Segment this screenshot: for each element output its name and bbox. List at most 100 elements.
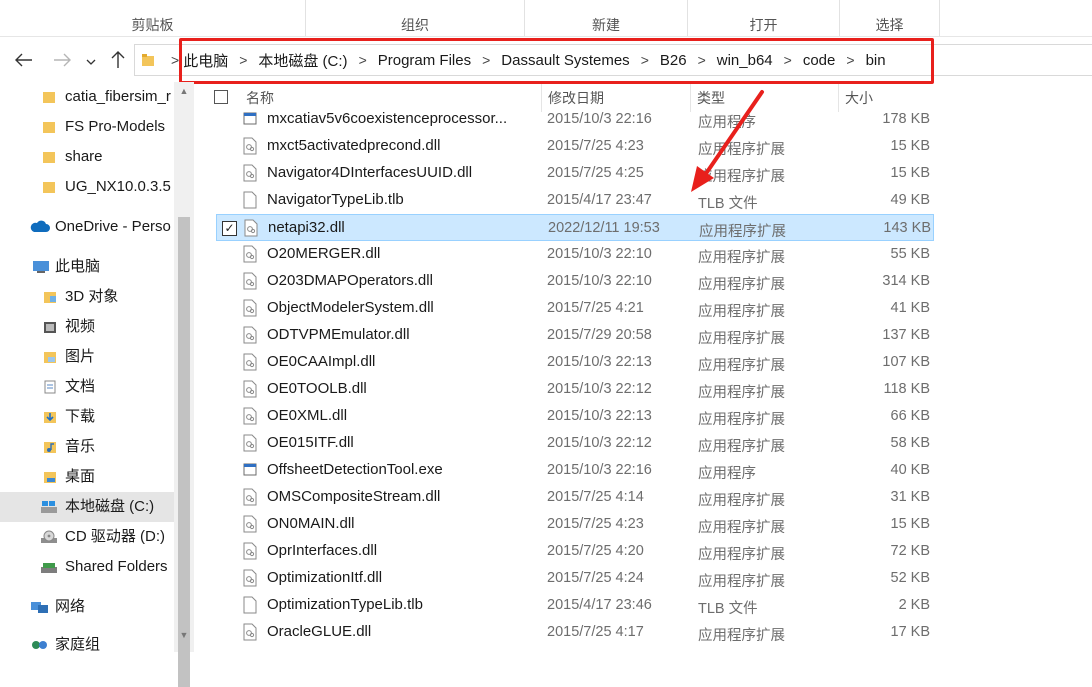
file-type: TLB 文件 [698, 601, 758, 617]
scroll-up-arrow-icon[interactable]: ▲ [174, 86, 194, 96]
file-row[interactable]: OptimizationItf.dll 2015/7/25 4:24 应用程序扩展 5… [216, 565, 934, 592]
file-row[interactable]: NavigatorTypeLib.tlb 2015/4/17 23:47 TLB 文… [216, 187, 934, 214]
forward-button[interactable] [50, 46, 74, 74]
drive-icon [41, 501, 57, 513]
file-row[interactable]: ObjectModelerSystem.dll 2015/7/25 4:21 应用程… [216, 295, 934, 322]
file-name: netapi32.dll [268, 219, 345, 236]
arrow-up-icon [111, 51, 125, 68]
file-type: 应用程序扩展 [698, 493, 785, 509]
back-button[interactable] [12, 46, 36, 74]
file-row[interactable]: OprInterfaces.dll 2015/7/25 4:20 应用程序扩展 72 … [216, 538, 934, 565]
sidebar-item-cd-drive-d[interactable]: CD 驱动器 (D:) [0, 522, 174, 552]
sidebar-item-share[interactable]: share [0, 142, 174, 172]
file-type: 应用程序扩展 [698, 574, 785, 590]
file-name: ObjectModelerSystem.dll [267, 299, 434, 316]
file-size: 178 KB [882, 111, 930, 127]
file-row[interactable]: OptimizationTypeLib.tlb 2015/4/17 23:46 TL… [216, 592, 934, 619]
file-row[interactable]: ✓ netapi32.dll 2022/12/11 19:53 应用程序扩展 143 K… [216, 214, 934, 241]
file-row[interactable]: mxcatiav5v6coexistenceprocessor... 2015/1… [216, 106, 934, 133]
sidebar-item-this-pc[interactable]: 此电脑 [0, 252, 174, 282]
dll-file-icon [243, 515, 257, 533]
sidebar-item-label: 音乐 [65, 438, 96, 455]
row-checkbox[interactable]: ✓ [222, 221, 237, 236]
folder-icon [142, 54, 154, 66]
sidebar-item-homegroup[interactable]: 家庭组 [0, 630, 174, 652]
file-name: OprInterfaces.dll [267, 542, 378, 559]
sidebar-item-3d-objects[interactable]: 3D 对象 [0, 282, 174, 312]
sidebar-item-documents[interactable]: 文档 [0, 372, 174, 402]
ribbon-group-organize: 组织 [306, 0, 525, 36]
file-name: ODTVPMEmulator.dll [267, 326, 410, 343]
sidebar-item-fs-pro-models[interactable]: FS Pro-Models [0, 112, 174, 142]
sidebar-item-ug-nx[interactable]: UG_NX10.0.3.5 [0, 172, 174, 202]
recent-locations-button[interactable] [82, 46, 100, 74]
sidebar-item-catia-fibersim[interactable]: catia_fibersim_r [0, 82, 174, 112]
dll-file-icon [243, 380, 257, 398]
file-date: 2015/10/3 22:16 [547, 111, 652, 127]
sidebar-item-network[interactable]: 网络 [0, 592, 174, 622]
file-type: 应用程序 [698, 466, 756, 482]
file-row[interactable]: OE015ITF.dll 2015/10/3 22:12 应用程序扩展 58 KB [216, 430, 934, 457]
file-row[interactable]: ON0MAIN.dll 2015/7/25 4:23 应用程序扩展 15 KB [216, 511, 934, 538]
file-row[interactable]: OMSCompositeStream.dll 2015/7/25 4:14 应用程序… [216, 484, 934, 511]
up-button[interactable] [106, 46, 130, 74]
file-row[interactable]: O203DMAPOperators.dll 2015/10/3 22:10 应用程序… [216, 268, 934, 295]
sidebar-item-label: 3D 对象 [65, 288, 119, 305]
sidebar-item-downloads[interactable]: 下载 [0, 402, 174, 432]
3d-objects-icon [44, 292, 56, 303]
file-date: 2022/12/11 19:53 [548, 220, 660, 236]
dll-file-icon [243, 299, 257, 317]
file-type: 应用程序扩展 [698, 439, 785, 455]
file-name: OE0CAAImpl.dll [267, 353, 376, 370]
file-row[interactable]: OffsheetDetectionTool.exe 2015/10/3 22:16… [216, 457, 934, 484]
sidebar-item-label: FS Pro-Models [65, 118, 166, 135]
computer-icon [33, 261, 49, 273]
file-date: 2015/7/25 4:20 [547, 543, 644, 559]
file-row[interactable]: OE0XML.dll 2015/10/3 22:13 应用程序扩展 66 KB [216, 403, 934, 430]
file-date: 2015/7/25 4:17 [547, 624, 644, 640]
dll-file-icon [243, 245, 257, 263]
homegroup-icon [32, 641, 47, 649]
select-all-checkbox[interactable] [214, 90, 228, 104]
file-date: 2015/10/3 22:10 [547, 273, 652, 289]
sidebar-item-desktop[interactable]: 桌面 [0, 462, 174, 492]
file-type: 应用程序扩展 [698, 250, 785, 266]
ribbon-group-open: 打开 [688, 0, 840, 36]
sidebar-item-label: 视频 [65, 318, 96, 335]
documents-icon [44, 380, 56, 394]
music-icon [44, 442, 56, 453]
file-size: 137 KB [882, 327, 930, 343]
file-date: 2015/10/3 22:12 [547, 381, 652, 397]
sidebar-item-shared-folders[interactable]: Shared Folders [0, 552, 174, 582]
file-row[interactable]: O20MERGER.dll 2015/10/3 22:10 应用程序扩展 55 KB [216, 241, 934, 268]
file-row[interactable]: OE0TOOLB.dll 2015/10/3 22:12 应用程序扩展 118 KB [216, 376, 934, 403]
file-size: 314 KB [882, 273, 930, 289]
dll-file-icon [243, 623, 257, 641]
sidebar-item-label: 下载 [65, 408, 96, 425]
sidebar-scrollbar[interactable]: ▲ ▼ [174, 82, 194, 687]
file-date: 2015/4/17 23:46 [547, 597, 652, 613]
sidebar-item-local-disk-c[interactable]: 本地磁盘 (C:) [0, 492, 174, 522]
navigation-pane: catia_fibersim_r FS Pro-Models share UG_… [0, 82, 174, 652]
scroll-down-arrow-icon[interactable]: ▼ [174, 630, 194, 640]
ribbon: 剪贴板 组织 新建 打开 选择 [0, 0, 1092, 37]
dll-file-icon [243, 137, 257, 155]
file-size: 31 KB [890, 489, 931, 505]
file-row[interactable]: Navigator4DInterfacesUUID.dll 2015/7/25 4… [216, 160, 934, 187]
file-name: Navigator4DInterfacesUUID.dll [267, 164, 473, 181]
file-row[interactable]: OracleGLUE.dll 2015/7/25 4:17 应用程序扩展 17 KB [216, 619, 934, 646]
file-size: 58 KB [890, 435, 931, 451]
sidebar-item-pictures[interactable]: 图片 [0, 342, 174, 372]
file-row[interactable]: ODTVPMEmulator.dll 2015/7/29 20:58 应用程序扩展 1… [216, 322, 934, 349]
file-row[interactable]: OE0CAAImpl.dll 2015/10/3 22:13 应用程序扩展 107 K… [216, 349, 934, 376]
ribbon-group-clipboard: 剪贴板 [0, 0, 306, 36]
file-size: 2 KB [898, 597, 930, 613]
file-name: ON0MAIN.dll [267, 515, 355, 532]
scrollbar-thumb[interactable] [178, 217, 190, 687]
file-date: 2015/10/3 22:12 [547, 435, 652, 451]
sidebar-item-onedrive[interactable]: OneDrive - Perso [0, 212, 174, 242]
sidebar-item-videos[interactable]: 视频 [0, 312, 174, 342]
sidebar-item-label: UG_NX10.0.3.5 [65, 178, 171, 195]
file-row[interactable]: mxct5activatedprecond.dll 2015/7/25 4:23 应… [216, 133, 934, 160]
sidebar-item-music[interactable]: 音乐 [0, 432, 174, 462]
